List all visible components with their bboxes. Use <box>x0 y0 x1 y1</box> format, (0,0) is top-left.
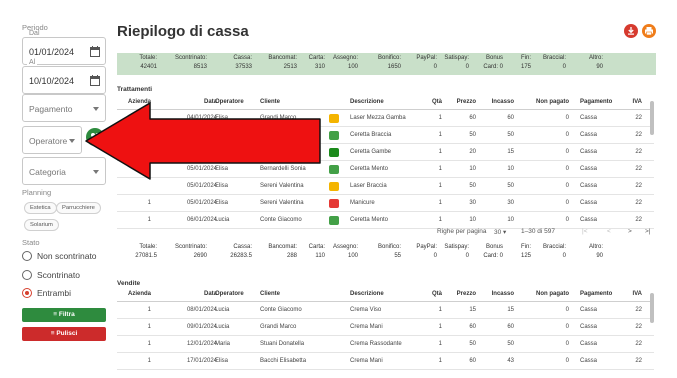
left-arrow-annotation <box>85 102 321 180</box>
app-root: Periodo Dal 01/01/2024 Al 10/10/2024 Pag… <box>0 0 677 378</box>
